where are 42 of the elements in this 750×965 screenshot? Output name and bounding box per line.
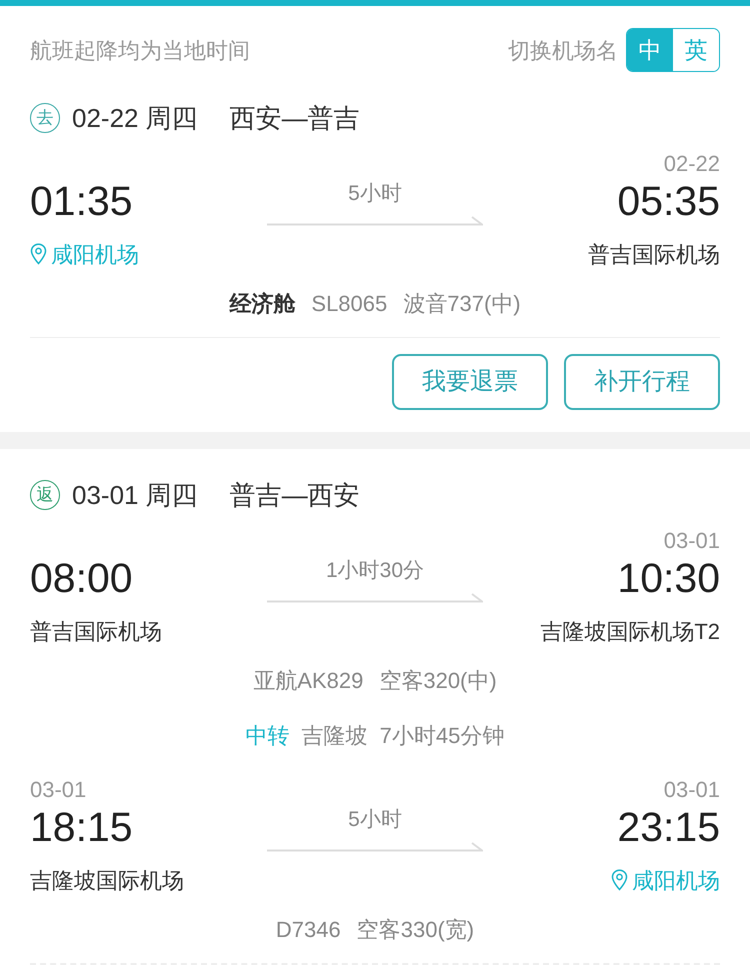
departure-time: 08:00: [30, 555, 133, 601]
switch-label: 切换机场名: [508, 36, 618, 64]
arrival-time: 10:30: [617, 555, 720, 601]
transfer-label: 中转: [246, 722, 290, 750]
trip-route: 普吉—西安: [230, 478, 360, 512]
flight-duration: 1小时30分: [326, 559, 424, 582]
trip-date: 03-01 周四: [72, 478, 198, 512]
location-pin-icon: [30, 243, 47, 265]
trip-badge: 去: [30, 103, 60, 133]
arrival-date: 03-01: [664, 777, 720, 802]
action-button[interactable]: 补开行程: [564, 354, 720, 410]
flight-detail: D7346: [276, 916, 341, 944]
flight-detail: 空客320(中): [379, 667, 497, 695]
arrival-date: 02-22: [664, 151, 720, 176]
airport-name: 咸阳机场: [30, 242, 139, 267]
flight-duration: 5小时: [348, 808, 402, 831]
transfer-duration: 7小时45分钟: [380, 722, 504, 750]
trip-date: 02-22 周四: [72, 102, 198, 134]
airport-name: 普吉国际机场: [30, 619, 162, 644]
flight-detail: SL8065: [311, 290, 388, 318]
flight-duration: 5小时: [348, 182, 402, 205]
arrival-time: 05:35: [617, 178, 720, 224]
action-button[interactable]: 我要退票: [392, 354, 548, 410]
cabin-class: 经济舱: [229, 290, 296, 318]
trip-route: 西安—普吉: [230, 102, 360, 134]
flight-detail: 亚航AK829: [253, 667, 364, 695]
transfer-city: 吉隆坡: [302, 722, 368, 750]
flight-detail: 波音737(中): [403, 290, 521, 318]
location-pin-icon: [611, 869, 628, 891]
airport-name: 吉隆坡国际机场: [30, 868, 184, 893]
departure-time: 18:15: [30, 804, 133, 850]
airport-name: 吉隆坡国际机场T2: [540, 619, 720, 644]
airport-name: 咸阳机场: [611, 868, 720, 893]
flight-detail: 空客330(宽): [356, 916, 474, 944]
arrival-time: 23:15: [617, 804, 720, 850]
notice-text: 航班起降均为当地时间: [30, 36, 250, 64]
language-tab[interactable]: 中: [627, 29, 673, 71]
trip-badge: 返: [30, 480, 60, 510]
airport-name: 普吉国际机场: [588, 242, 720, 267]
departure-time: 01:35: [30, 178, 133, 224]
departure-date: 03-01: [30, 777, 86, 802]
arrival-date: 03-01: [664, 528, 720, 553]
